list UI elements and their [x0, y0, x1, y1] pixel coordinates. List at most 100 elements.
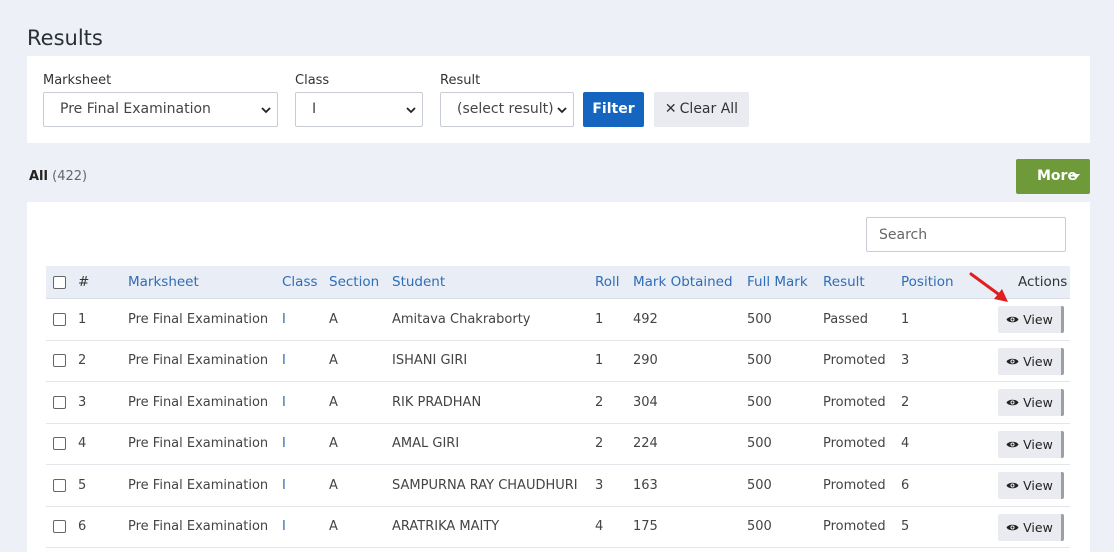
header-roll[interactable]: Roll	[595, 266, 620, 298]
row-result: Promoted	[823, 436, 886, 452]
row-student: ARATRIKA MAITY	[392, 519, 500, 535]
row-student: AMAL GIRI	[392, 436, 460, 452]
marksheet-select[interactable]: Pre Final Examination	[43, 92, 278, 127]
row-index: 4	[78, 436, 87, 452]
results-table: # Marksheet Class Section Student Roll M…	[46, 266, 1070, 548]
header-index: #	[78, 274, 90, 290]
header-result[interactable]: Result	[823, 266, 865, 298]
row-roll: 1	[595, 353, 604, 369]
view-button[interactable]: View	[998, 430, 1064, 458]
class-select[interactable]: I	[295, 92, 423, 127]
result-select-value: (select result)	[457, 101, 554, 117]
view-button[interactable]: View	[998, 513, 1064, 541]
header-marksheet[interactable]: Marksheet	[128, 266, 199, 298]
header-section[interactable]: Section	[329, 266, 379, 298]
row-index: 3	[78, 394, 87, 410]
row-position: 4	[901, 436, 910, 452]
header-mark-obtained[interactable]: Mark Obtained	[633, 266, 733, 298]
view-button[interactable]: View	[998, 306, 1064, 333]
header-full-mark[interactable]: Full Mark	[747, 266, 808, 298]
chevron-down-icon	[557, 107, 567, 114]
row-position: 1	[901, 311, 910, 327]
view-button[interactable]: View	[998, 347, 1064, 375]
row-mark-obtained: 290	[633, 353, 658, 369]
row-index: 6	[78, 519, 87, 535]
row-checkbox[interactable]	[53, 354, 66, 368]
row-class: I	[282, 311, 286, 327]
row-result: Passed	[823, 311, 869, 327]
row-result: Promoted	[823, 394, 886, 410]
row-checkbox-cell	[53, 299, 66, 340]
header-position[interactable]: Position	[901, 266, 954, 298]
close-icon: ✕	[664, 101, 677, 117]
row-full-mark: 500	[747, 477, 772, 493]
clear-all-button[interactable]: ✕ Clear All	[654, 92, 749, 127]
row-result: Promoted	[823, 477, 886, 493]
select-all-checkbox-cell	[53, 266, 66, 298]
row-checkbox[interactable]	[53, 312, 66, 326]
row-result: Promoted	[823, 353, 886, 369]
table-row: 4 Pre Final Examination I A AMAL GIRI 2 …	[46, 424, 1070, 465]
page-title: Results	[27, 26, 103, 50]
view-label: View	[1023, 395, 1053, 410]
row-full-mark: 500	[747, 353, 772, 369]
row-full-mark: 500	[747, 311, 772, 327]
results-table-card: # Marksheet Class Section Student Roll M…	[27, 202, 1090, 552]
view-button[interactable]: View	[998, 389, 1064, 416]
eye-icon	[1006, 524, 1019, 530]
row-index: 1	[78, 311, 87, 327]
view-button[interactable]: View	[998, 472, 1064, 499]
result-label: Result	[440, 73, 481, 88]
row-class: I	[282, 436, 286, 452]
row-section: A	[329, 436, 338, 452]
all-results-count[interactable]: All (422)	[29, 169, 87, 184]
row-student: Amitava Chakraborty	[392, 311, 531, 327]
row-checkbox-cell	[53, 382, 66, 423]
caret-down-icon	[1072, 174, 1080, 179]
row-class: I	[282, 394, 286, 410]
result-select[interactable]: (select result)	[440, 92, 574, 127]
row-student: ISHANI GIRI	[392, 353, 468, 369]
marksheet-select-value: Pre Final Examination	[60, 101, 211, 117]
row-section: A	[329, 353, 338, 369]
table-row: 5 Pre Final Examination I A SAMPURNA RAY…	[46, 465, 1070, 507]
clear-all-label: Clear All	[679, 101, 739, 117]
row-checkbox-cell	[53, 465, 66, 506]
row-section: A	[329, 394, 338, 410]
marksheet-label: Marksheet	[43, 73, 112, 88]
eye-icon	[1006, 316, 1019, 323]
row-checkbox[interactable]	[53, 395, 66, 409]
table-row: 6 Pre Final Examination I A ARATRIKA MAI…	[46, 507, 1070, 548]
row-class: I	[282, 477, 286, 493]
more-label: More	[1037, 168, 1077, 184]
row-checkbox[interactable]	[53, 478, 66, 492]
row-mark-obtained: 163	[633, 477, 658, 493]
row-marksheet: Pre Final Examination	[128, 477, 269, 493]
row-mark-obtained: 492	[633, 311, 658, 327]
more-button[interactable]: More	[1016, 159, 1090, 194]
header-class[interactable]: Class	[282, 266, 318, 298]
view-label: View	[1023, 436, 1053, 452]
class-select-value: I	[312, 101, 317, 117]
row-roll: 2	[595, 436, 604, 452]
row-checkbox[interactable]	[53, 437, 66, 451]
select-all-checkbox[interactable]	[53, 275, 66, 289]
chevron-down-icon	[261, 107, 271, 114]
table-row: 3 Pre Final Examination I A RIK PRADHAN …	[46, 382, 1070, 424]
view-label: View	[1023, 519, 1053, 535]
class-label: Class	[295, 73, 330, 88]
search-input[interactable]	[866, 217, 1066, 252]
row-position: 6	[901, 477, 910, 493]
filter-panel: Marksheet Pre Final Examination Class I …	[27, 56, 1090, 143]
row-student: SAMPURNA RAY CHAUDHURI	[392, 477, 578, 493]
chevron-down-icon	[406, 107, 416, 114]
row-position: 3	[901, 353, 910, 369]
row-checkbox[interactable]	[53, 520, 66, 534]
view-label: View	[1023, 353, 1053, 369]
row-marksheet: Pre Final Examination	[128, 436, 269, 452]
filter-button[interactable]: Filter	[583, 92, 644, 127]
row-roll: 4	[595, 519, 604, 535]
header-student[interactable]: Student	[392, 266, 445, 298]
row-mark-obtained: 175	[633, 519, 658, 535]
row-mark-obtained: 224	[633, 436, 658, 452]
